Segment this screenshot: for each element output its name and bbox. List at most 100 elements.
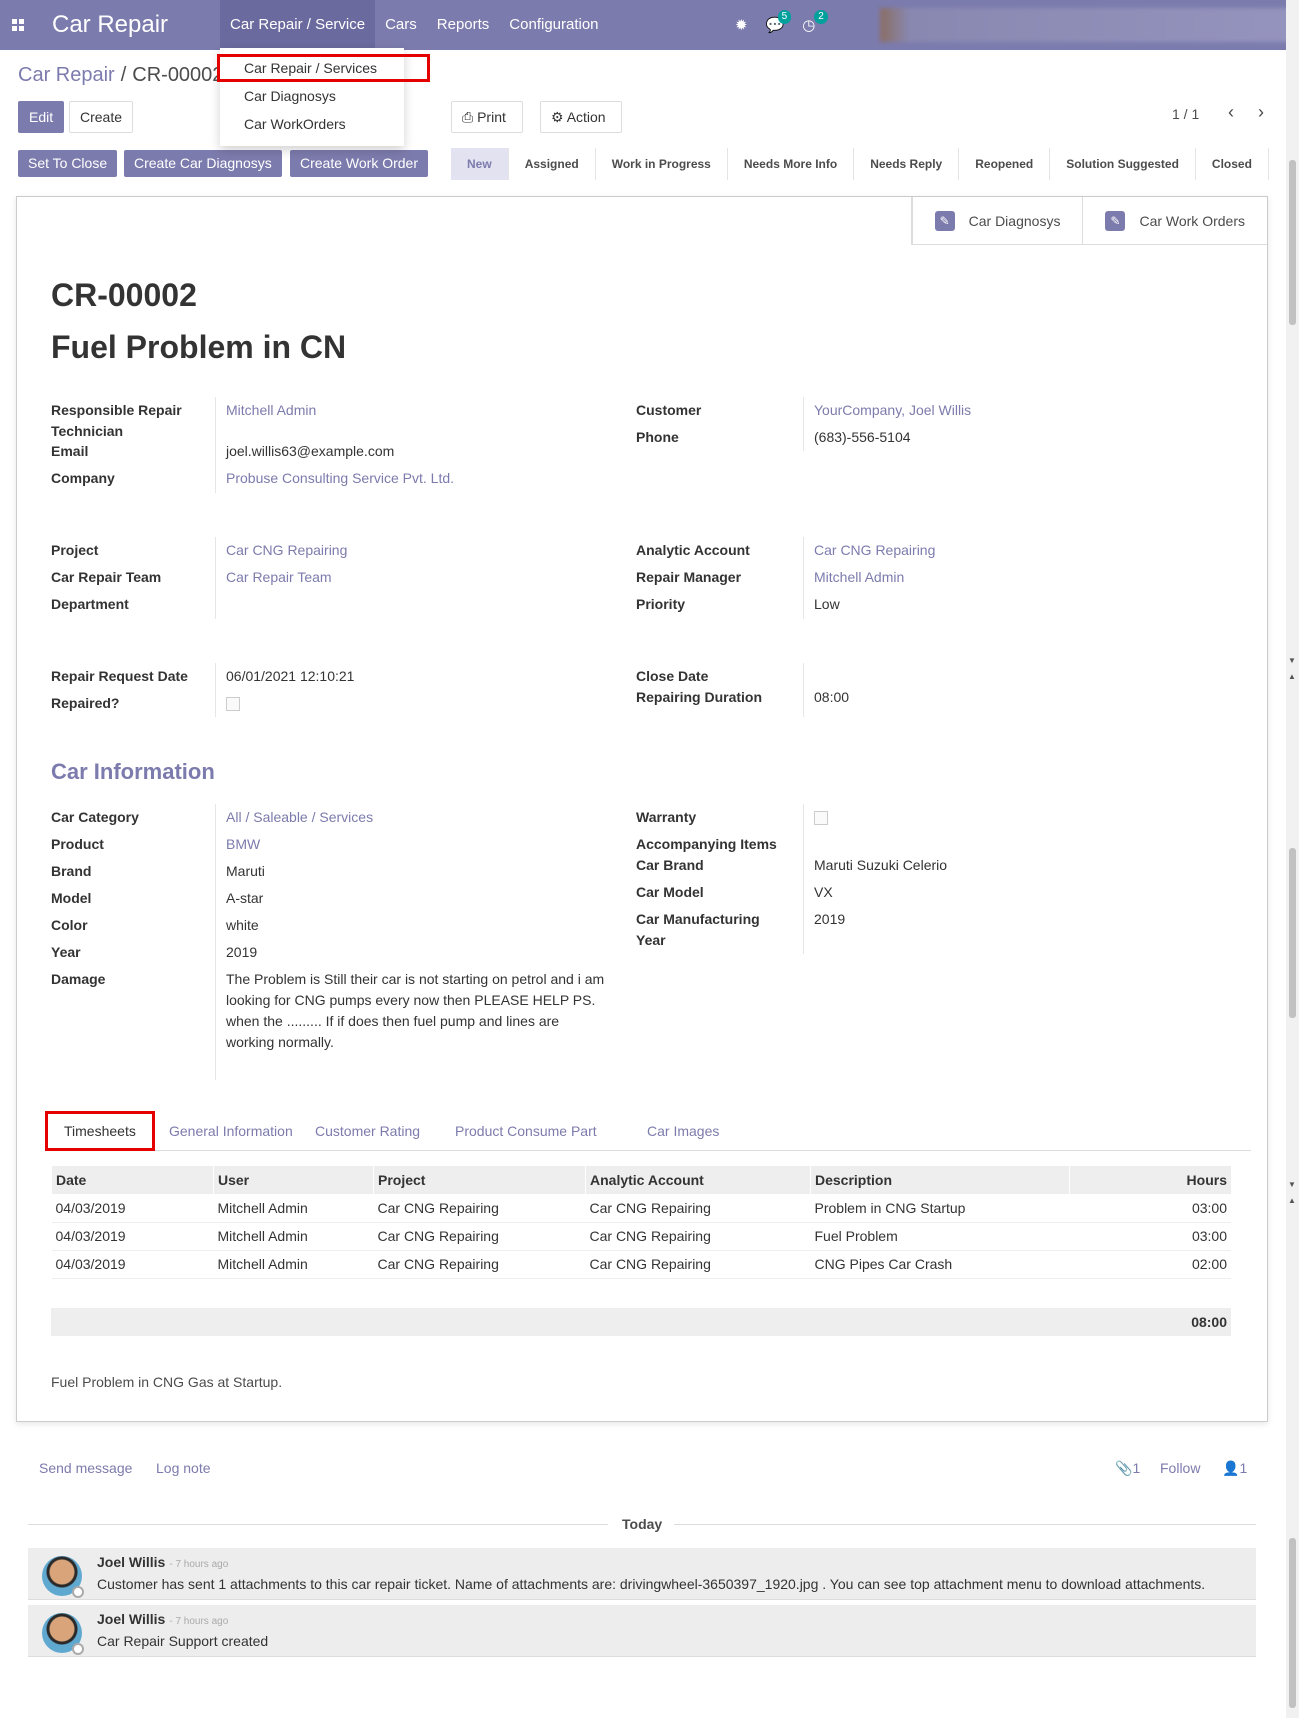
pager-next-icon[interactable]: › bbox=[1258, 102, 1264, 123]
priority-value[interactable]: Low bbox=[814, 594, 840, 615]
dropdown-item-car-diagnosys[interactable]: Car Diagnosys bbox=[220, 82, 404, 110]
divider bbox=[803, 537, 804, 619]
tab-timesheets[interactable]: Timesheets bbox=[45, 1111, 155, 1151]
car-diagnosys-smart-button[interactable]: ✎ Car Diagnosys bbox=[911, 197, 1083, 245]
project-value[interactable]: Car CNG Repairing bbox=[226, 540, 347, 561]
team-value[interactable]: Car Repair Team bbox=[226, 567, 332, 588]
stage-work-in-progress[interactable]: Work in Progress bbox=[596, 148, 728, 180]
follow-button[interactable]: Follow bbox=[1160, 1460, 1200, 1476]
divider bbox=[215, 537, 216, 619]
bug-icon[interactable]: ✹ bbox=[735, 16, 748, 34]
divider bbox=[215, 663, 216, 717]
stage-closed[interactable]: Closed bbox=[1196, 148, 1269, 180]
table-row[interactable]: 04/03/2019 Mitchell Admin Car CNG Repairin… bbox=[51, 1250, 1231, 1279]
cell-date: 04/03/2019 bbox=[51, 1194, 214, 1223]
divider bbox=[803, 397, 804, 451]
activity-badge: 2 bbox=[814, 10, 828, 24]
edit-button[interactable]: Edit bbox=[18, 101, 65, 133]
breadcrumb-parent[interactable]: Car Repair bbox=[18, 64, 115, 86]
team-label: Car Repair Team bbox=[51, 569, 162, 585]
send-message-link[interactable]: Send message bbox=[39, 1460, 132, 1476]
manager-value[interactable]: Mitchell Admin bbox=[814, 567, 904, 588]
create-car-diagnosys-button[interactable]: Create Car Diagnosys bbox=[124, 150, 282, 177]
today-label: Today bbox=[622, 1516, 663, 1532]
scrollbar-thumb[interactable] bbox=[1289, 160, 1296, 325]
breadcrumb-separator: / bbox=[120, 64, 127, 86]
avatar[interactable] bbox=[42, 1556, 84, 1598]
scrollbar-thumb[interactable] bbox=[1289, 848, 1296, 1018]
tech-value[interactable]: Mitchell Admin bbox=[226, 400, 316, 421]
scroll-up-icon[interactable]: ▲ bbox=[1288, 672, 1296, 681]
car-category-value[interactable]: All / Saleable / Services bbox=[226, 807, 373, 828]
col-analytic-account[interactable]: Analytic Account bbox=[585, 1166, 811, 1194]
analytic-value[interactable]: Car CNG Repairing bbox=[814, 540, 935, 561]
action-button[interactable]: ⚙ Action bbox=[540, 101, 622, 133]
stage-solution-suggested[interactable]: Solution Suggested bbox=[1050, 148, 1196, 180]
scrollbar-thumb[interactable] bbox=[1289, 1538, 1296, 1708]
cell-analytic: Car CNG Repairing bbox=[585, 1194, 811, 1223]
notebook-tabs: Timesheets General Information Customer … bbox=[45, 1111, 1251, 1151]
message-author-name: Joel Willis bbox=[97, 1554, 166, 1570]
message-author[interactable]: Joel Willis - 7 hours ago bbox=[97, 1554, 228, 1570]
followers-count[interactable]: 👤1 bbox=[1222, 1460, 1247, 1477]
warranty-checkbox[interactable] bbox=[814, 811, 828, 825]
avatar[interactable] bbox=[42, 1613, 84, 1655]
menu-car-repair-service[interactable]: Car Repair / Service bbox=[220, 0, 376, 50]
pager-value[interactable]: 1 / 1 bbox=[1172, 106, 1199, 122]
pager-previous-icon[interactable]: ‹ bbox=[1228, 102, 1234, 123]
menu-cars[interactable]: Cars bbox=[375, 0, 427, 50]
table-row[interactable]: 04/03/2019 Mitchell Admin Car CNG Repairin… bbox=[51, 1194, 1231, 1223]
col-hours[interactable]: Hours bbox=[1069, 1166, 1231, 1194]
col-description[interactable]: Description bbox=[810, 1166, 1070, 1194]
tab-customer-rating[interactable]: Customer Rating bbox=[315, 1111, 420, 1151]
stage-assigned[interactable]: Assigned bbox=[509, 148, 596, 180]
attachment-count[interactable]: 📎1 bbox=[1115, 1460, 1140, 1477]
app-title[interactable]: Car Repair bbox=[36, 11, 180, 39]
activity-icon[interactable]: ◷ 2 bbox=[802, 10, 828, 34]
stage-needs-reply[interactable]: Needs Reply bbox=[854, 148, 960, 180]
company-value[interactable]: Probuse Consulting Service Pvt. Ltd. bbox=[226, 468, 454, 489]
scroll-down-icon[interactable]: ▼ bbox=[1288, 1180, 1296, 1189]
action-label: Action bbox=[566, 109, 606, 125]
pencil-icon: ✎ bbox=[1105, 211, 1126, 231]
dropdown-item-car-workorders[interactable]: Car WorkOrders bbox=[220, 110, 404, 138]
table-row[interactable]: 04/03/2019 Mitchell Admin Car CNG Repairin… bbox=[51, 1222, 1231, 1251]
col-user[interactable]: User bbox=[213, 1166, 374, 1194]
tech-label: Responsible Repair Technician bbox=[51, 402, 182, 439]
car-work-orders-smart-button[interactable]: ✎ Car Work Orders bbox=[1082, 197, 1267, 245]
product-label: Product bbox=[51, 836, 104, 852]
top-navbar: Car Repair Car Repair / Service Cars Rep… bbox=[0, 0, 1295, 50]
tab-car-images[interactable]: Car Images bbox=[647, 1111, 719, 1151]
message-author[interactable]: Joel Willis - 7 hours ago bbox=[97, 1611, 228, 1627]
product-value[interactable]: BMW bbox=[226, 834, 260, 855]
chatter-message: Joel Willis - 7 hours ago Customer has se… bbox=[28, 1548, 1256, 1600]
dropdown-item-car-repair-services[interactable]: Car Repair / Services bbox=[217, 54, 430, 82]
scroll-up-icon[interactable]: ▲ bbox=[1288, 1196, 1296, 1205]
paperclip-icon: 📎 bbox=[1115, 1460, 1133, 1476]
car-repair-dropdown: Car Repair / Services Car Diagnosys Car … bbox=[217, 48, 430, 146]
col-date[interactable]: Date bbox=[51, 1166, 214, 1194]
tab-product-consume-part[interactable]: Product Consume Part bbox=[455, 1111, 597, 1151]
menu-configuration[interactable]: Configuration bbox=[499, 0, 608, 50]
customer-value[interactable]: YourCompany, Joel Willis bbox=[814, 400, 971, 421]
log-note-link[interactable]: Log note bbox=[156, 1460, 211, 1476]
stage-new[interactable]: New bbox=[451, 148, 509, 180]
print-button[interactable]: ⎙ Print bbox=[451, 101, 523, 133]
messages-icon[interactable]: 💬 5 bbox=[766, 10, 792, 34]
user-menu[interactable] bbox=[880, 8, 1295, 42]
set-to-close-button[interactable]: Set To Close bbox=[18, 150, 118, 177]
col-project[interactable]: Project bbox=[373, 1166, 586, 1194]
tab-general-information[interactable]: General Information bbox=[169, 1111, 293, 1151]
repaired-checkbox[interactable] bbox=[226, 697, 240, 711]
car-model-label: Car Model bbox=[636, 884, 704, 900]
scroll-down-icon[interactable]: ▼ bbox=[1288, 656, 1296, 665]
request-date-value: 06/01/2021 12:10:21 bbox=[226, 668, 355, 684]
apps-menu-icon[interactable] bbox=[0, 0, 36, 50]
stage-reopened[interactable]: Reopened bbox=[959, 148, 1051, 180]
stage-needs-more-info[interactable]: Needs More Info bbox=[728, 148, 855, 180]
menu-reports[interactable]: Reports bbox=[427, 0, 500, 50]
create-button[interactable]: Create bbox=[69, 101, 134, 133]
presence-icon bbox=[72, 1643, 84, 1655]
create-work-order-button[interactable]: Create Work Order bbox=[290, 150, 428, 177]
car-information-heading: Car Information bbox=[51, 759, 215, 784]
